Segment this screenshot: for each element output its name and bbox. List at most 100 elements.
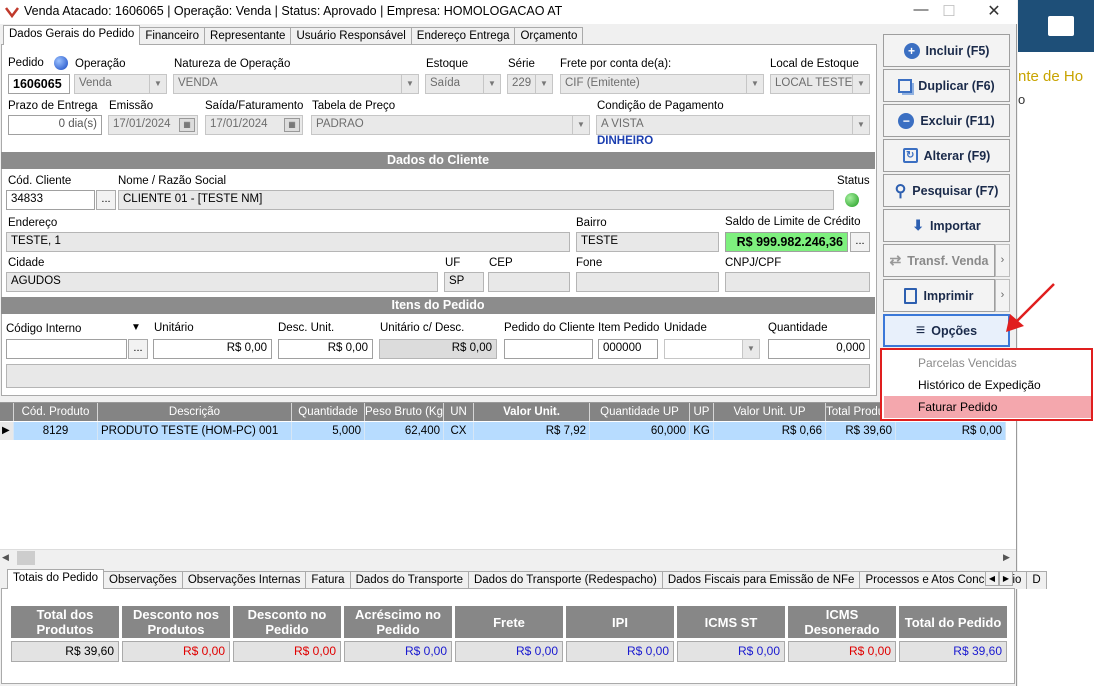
cnpj-field[interactable] xyxy=(725,272,870,292)
table-cell[interactable]: R$ 0,66 xyxy=(714,422,826,440)
operacao-select[interactable]: Venda ▼ xyxy=(74,74,167,94)
minimize-button[interactable]: — xyxy=(907,0,935,20)
pesquisar-button[interactable]: ⚲ Pesquisar (F7) xyxy=(883,174,1010,207)
cep-field[interactable] xyxy=(488,272,570,292)
incluir-button[interactable]: + Incluir (F5) xyxy=(883,34,1010,67)
tab-endereco-entrega[interactable]: Endereço Entrega xyxy=(410,27,516,45)
table-cell[interactable]: PRODUTO TESTE (HOM-PC) 001 xyxy=(98,422,292,440)
tab-representante[interactable]: Representante xyxy=(204,27,292,45)
tab-financeiro[interactable]: Financeiro xyxy=(139,27,206,45)
cod-cliente-field[interactable]: 34833 xyxy=(6,190,95,210)
pedido-field[interactable]: 1606065 xyxy=(8,74,70,94)
tab-more[interactable]: D xyxy=(1026,571,1047,589)
estoque-select[interactable]: Saída ▼ xyxy=(425,74,501,94)
importar-button[interactable]: ⬇ Importar xyxy=(883,209,1010,242)
calendar-icon[interactable]: ▦ xyxy=(284,118,300,132)
grid-header[interactable]: Peso Bruto (Kg) xyxy=(365,403,444,421)
grid-header[interactable]: Quantidade xyxy=(292,403,365,421)
nome-field[interactable]: CLIENTE 01 - [TESTE NM] xyxy=(118,190,834,210)
tabela-select[interactable]: PADRAO ▼ xyxy=(311,115,590,135)
grid-header[interactable]: Total Produ xyxy=(826,403,882,421)
saldo-details-button[interactable]: ... xyxy=(850,232,870,252)
tab-dados-fiscais[interactable]: Dados Fiscais para Emissão de NFe xyxy=(661,571,861,589)
scroll-left-icon[interactable]: ◀ xyxy=(2,552,9,563)
serie-select[interactable]: 229 ▼ xyxy=(507,74,553,94)
tab-observacoes-internas[interactable]: Observações Internas xyxy=(181,571,307,589)
codigo-interno-field[interactable] xyxy=(6,339,127,359)
fone-field[interactable] xyxy=(576,272,719,292)
tab-observacoes[interactable]: Observações xyxy=(103,571,183,589)
grid-header[interactable]: Valor Unit. xyxy=(474,403,590,421)
excluir-button[interactable]: − Excluir (F11) xyxy=(883,104,1010,137)
table-cell[interactable]: R$ 7,92 xyxy=(474,422,590,440)
table-cell[interactable]: KG xyxy=(690,422,714,440)
maximize-button[interactable]: ☐ xyxy=(935,2,963,22)
search-product-button[interactable]: ... xyxy=(128,339,148,359)
grid-header[interactable]: Quantidade UP xyxy=(590,403,690,421)
tab-totais[interactable]: Totais do Pedido xyxy=(7,569,105,589)
pedido-cliente-field[interactable] xyxy=(504,339,593,359)
uf-field[interactable]: SP xyxy=(444,272,484,292)
tab-transporte[interactable]: Dados do Transporte xyxy=(349,571,469,589)
desc-unit-field[interactable]: R$ 0,00 xyxy=(278,339,373,359)
tab-orcamento[interactable]: Orçamento xyxy=(514,27,584,45)
duplicar-button[interactable]: Duplicar (F6) xyxy=(883,69,1010,102)
tab-dados-gerais[interactable]: Dados Gerais do Pedido xyxy=(3,25,141,45)
prazo-field[interactable]: 0 dia(s) xyxy=(8,115,102,135)
tab-transporte-redespacho[interactable]: Dados do Transporte (Redespacho) xyxy=(467,571,663,589)
local-select[interactable]: LOCAL TESTE ▼ xyxy=(770,74,870,94)
endereco-field[interactable]: TESTE, 1 xyxy=(6,232,570,252)
grid-header[interactable]: UN xyxy=(444,403,474,421)
tab-scroll-right-icon[interactable]: ▶ xyxy=(999,571,1013,586)
frete-label: Frete por conta de(a): xyxy=(560,58,672,70)
quantidade-field[interactable]: 0,000 xyxy=(768,339,870,359)
chevron-right-icon[interactable]: › xyxy=(995,244,1010,277)
scroll-right-icon[interactable]: ▶ xyxy=(1003,552,1010,563)
table-cell[interactable]: 62,400 xyxy=(365,422,444,440)
total-label: Total dos Produtos xyxy=(11,606,119,638)
table-cell[interactable]: 8129 xyxy=(14,422,98,440)
tab-usuario[interactable]: Usuário Responsável xyxy=(290,27,412,45)
saida-date[interactable]: 17/01/2024 ▦ xyxy=(205,115,303,135)
table-cell[interactable]: 60,000 xyxy=(590,422,690,440)
transf-venda-button[interactable]: ⇄ Transf. Venda xyxy=(883,244,995,277)
close-button[interactable]: ✕ xyxy=(980,2,1008,22)
frete-select[interactable]: CIF (Emitente) ▼ xyxy=(560,74,764,94)
condicao-select[interactable]: A VISTA ▼ xyxy=(596,115,870,135)
caret-down-icon[interactable]: ▼ xyxy=(131,322,141,333)
natureza-select[interactable]: VENDA ▼ xyxy=(173,74,419,94)
bairro-field[interactable]: TESTE xyxy=(576,232,719,252)
total-value: R$ 39,60 xyxy=(11,641,119,662)
horizontal-scrollbar[interactable]: ◀ ▶ xyxy=(0,549,1016,566)
scroll-thumb[interactable] xyxy=(17,551,35,565)
item-pedido-field[interactable]: 000000 xyxy=(598,339,658,359)
opcoes-button[interactable]: ≡ Opções xyxy=(883,314,1010,347)
unitario-field[interactable]: R$ 0,00 xyxy=(153,339,272,359)
cidade-field[interactable]: AGUDOS xyxy=(6,272,438,292)
grid-header[interactable]: UP xyxy=(690,403,714,421)
tab-scroll-left-icon[interactable]: ◀ xyxy=(985,571,999,586)
nome-label: Nome / Razão Social xyxy=(118,175,227,187)
emissao-date[interactable]: 17/01/2024 ▦ xyxy=(108,115,198,135)
menu-item-historico[interactable]: Histórico de Expedição xyxy=(884,374,1091,396)
chevron-down-icon: ▼ xyxy=(535,75,552,93)
imprimir-button[interactable]: Imprimir xyxy=(883,279,995,312)
search-client-button[interactable]: ... xyxy=(96,190,116,210)
total-label: Desconto nos Produtos xyxy=(122,606,230,638)
tab-fatura[interactable]: Fatura xyxy=(305,571,351,589)
emissao-label: Emissão xyxy=(109,100,154,112)
grid-header[interactable]: Descrição xyxy=(98,403,292,421)
menu-item-faturar[interactable]: Faturar Pedido xyxy=(884,396,1091,418)
table-cell[interactable]: R$ 0,00 xyxy=(896,422,1006,440)
folder-icon[interactable] xyxy=(1048,16,1074,36)
table-cell[interactable]: CX xyxy=(444,422,474,440)
calendar-icon[interactable]: ▦ xyxy=(179,118,195,132)
menu-item-parcelas[interactable]: Parcelas Vencidas xyxy=(884,352,1091,374)
grid-header[interactable]: Cód. Produto xyxy=(14,403,98,421)
table-cell[interactable]: R$ 39,60 xyxy=(826,422,896,440)
alterar-button[interactable]: ↻ Alterar (F9) xyxy=(883,139,1010,172)
background-header xyxy=(1018,0,1094,52)
table-cell[interactable]: 5,000 xyxy=(292,422,365,440)
unidade-select[interactable]: ▼ xyxy=(664,339,760,359)
grid-header[interactable]: Valor Unit. UP xyxy=(714,403,826,421)
